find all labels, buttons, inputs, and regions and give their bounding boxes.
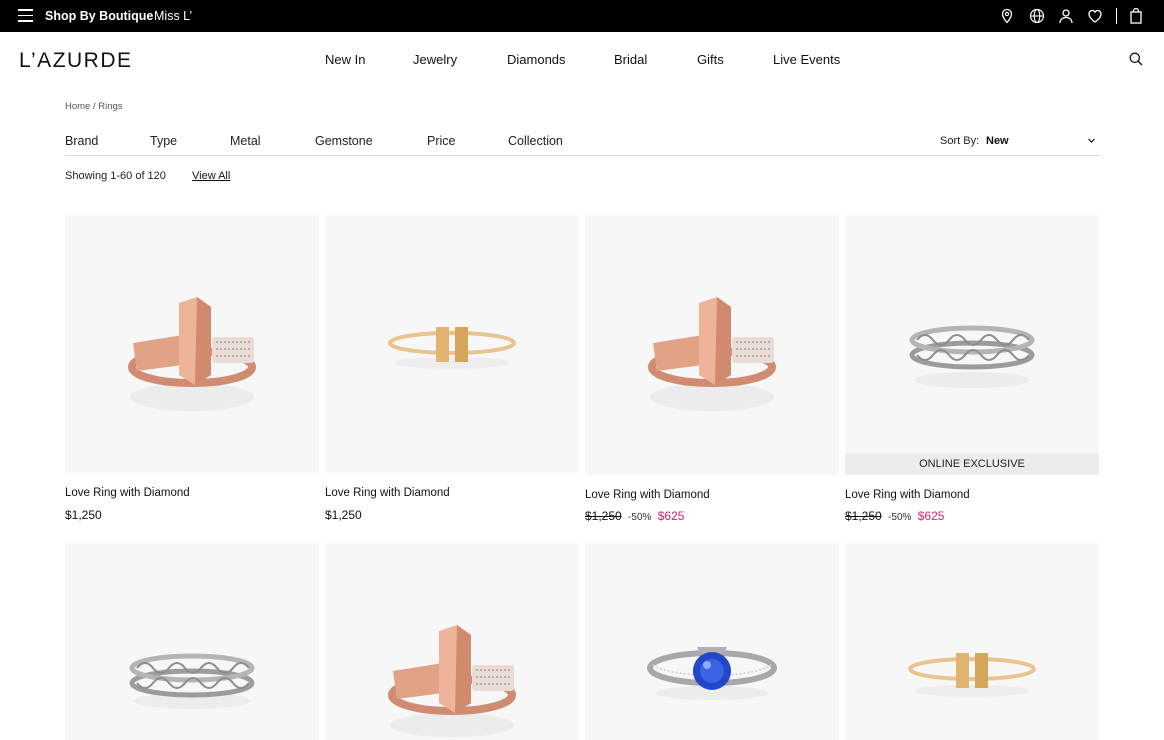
heart-icon[interactable] [1086,7,1104,25]
product-image[interactable] [325,543,579,740]
product-price: $1,250 -50% $625 [585,509,684,523]
search-icon[interactable] [1129,52,1143,66]
product-name[interactable]: Love Ring with Diamond [845,489,970,501]
old-price: $1,250 [845,509,882,523]
product-name[interactable]: Love Ring with Diamond [585,489,710,501]
nav-gifts[interactable]: Gifts [697,52,724,67]
filter-gemstone[interactable]: Gemstone [315,134,373,148]
sort-by-label: Sort By: [940,135,980,147]
menu-icon[interactable] [18,9,33,22]
product-name[interactable]: Love Ring with Diamond [65,487,190,499]
filter-collection[interactable]: Collection [508,134,563,148]
sort-select[interactable]: New [986,135,1009,147]
product-image[interactable] [845,543,1099,740]
product-image[interactable]: ONLINE EXCLUSIVE [845,215,1099,475]
breadcrumb-separator: / [92,101,96,112]
filter-brand[interactable]: Brand [65,134,98,148]
shopping-bag-icon[interactable] [1127,7,1145,25]
product-price: $1,250 [325,508,362,522]
shop-by-boutique-link[interactable]: Shop By Boutique [45,9,153,23]
product-image[interactable] [65,543,319,740]
nav-new-in[interactable]: New In [325,52,365,67]
price-value: $1,250 [65,508,102,522]
product-price: $1,250 [65,508,102,522]
user-icon[interactable] [1057,7,1075,25]
filter-price[interactable]: Price [427,134,455,148]
topbar-divider [1116,8,1117,24]
filter-divider [65,155,1100,156]
discount-label: -50% [628,512,652,523]
breadcrumb: Home / Rings [65,101,123,112]
product-image[interactable] [325,215,579,473]
product-image[interactable] [585,215,839,475]
results-count: Showing 1-60 of 120 [65,170,166,182]
breadcrumb-current: Rings [98,101,123,112]
location-icon[interactable] [998,7,1016,25]
lazurde-logo[interactable]: L’AZURDE [19,48,144,70]
miss-l-link[interactable]: Miss L’ [154,9,192,23]
online-exclusive-badge: ONLINE EXCLUSIVE [845,454,1099,475]
chevron-down-icon[interactable] [1087,136,1096,145]
breadcrumb-home[interactable]: Home [65,101,90,112]
product-image[interactable] [65,215,319,473]
filter-type[interactable]: Type [150,134,177,148]
product-image[interactable] [585,543,839,740]
nav-jewelry[interactable]: Jewelry [413,52,457,67]
nav-bridal[interactable]: Bridal [614,52,647,67]
nav-live-events[interactable]: Live Events [773,52,840,67]
view-all-link[interactable]: View All [192,170,230,182]
filter-metal[interactable]: Metal [230,134,261,148]
price-value: $1,250 [325,508,362,522]
product-price: $1,250 -50% $625 [845,509,944,523]
top-bar: Shop By Boutique Miss L’ [0,0,1164,32]
nav-diamonds[interactable]: Diamonds [507,52,566,67]
discount-label: -50% [888,512,912,523]
globe-icon[interactable] [1028,7,1046,25]
sale-price: $625 [917,509,945,523]
old-price: $1,250 [585,509,622,523]
product-name[interactable]: Love Ring with Diamond [325,487,450,499]
svg-text:L’AZURDE: L’AZURDE [19,49,133,70]
sale-price: $625 [657,509,685,523]
